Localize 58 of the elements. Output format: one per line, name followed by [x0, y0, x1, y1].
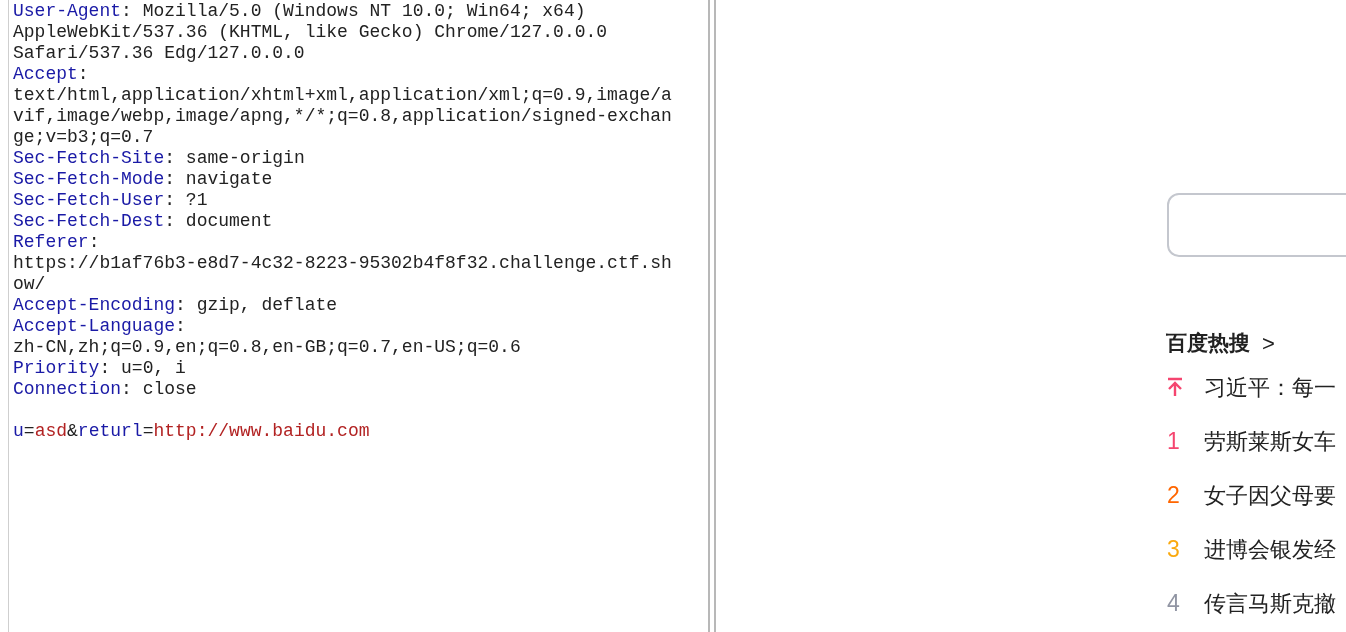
header-value: Safari/537.36 Edg/127.0.0.0: [13, 43, 305, 63]
header-name: Sec-Fetch-User: [13, 190, 165, 210]
colon: :: [164, 148, 176, 168]
rank-number: 1: [1166, 426, 1180, 456]
colon: :: [175, 295, 186, 315]
colon: :: [99, 358, 111, 378]
section-title[interactable]: 百度热搜: [1166, 327, 1250, 359]
colon: :: [88, 232, 100, 252]
hot-search-link[interactable]: 习近平：每一: [1204, 370, 1336, 404]
header-value: ge;v=b3;q=0.7: [13, 127, 154, 147]
hot-search-link[interactable]: 女子因父母要: [1204, 478, 1336, 512]
header-value: AppleWebKit/537.36 (KHTML, like Gecko) Chrome/127.0.0.0: [13, 22, 608, 42]
header-value: ow/: [13, 274, 46, 294]
param-name: returl: [77, 421, 143, 441]
colon: :: [164, 211, 176, 231]
pin-top-icon: [1166, 377, 1184, 397]
header-value: close: [142, 379, 197, 399]
colon: :: [164, 190, 176, 210]
search-field[interactable]: [1167, 193, 1346, 257]
rank-number: 2: [1166, 480, 1180, 510]
header-value: ?1: [185, 190, 208, 210]
header-name: Connection: [13, 379, 122, 399]
header-name: Accept: [13, 64, 78, 84]
header-name: Sec-Fetch-Mode: [13, 169, 165, 189]
header-name: Accept-Language: [13, 316, 176, 336]
header-name: Sec-Fetch-Site: [13, 148, 165, 168]
colon: :: [175, 316, 186, 336]
param-operator: =: [23, 421, 35, 441]
colon: :: [121, 1, 132, 21]
header-value: https://b1af76b3-e8d7-4c32-8223-95302b4f8f32.challenge.ctf.sh: [13, 253, 672, 273]
rank-number: 4: [1166, 588, 1180, 618]
param-operator: =: [142, 421, 154, 441]
header-value: zh-CN,zh;q=0.9,en;q=0.8,en-GB;q=0.7,en-US;q=0.6: [13, 337, 521, 357]
header-name: Sec-Fetch-Dest: [13, 211, 165, 231]
header-name: User-Agent: [13, 1, 122, 21]
hot-search-link[interactable]: 进博会银发经: [1204, 532, 1336, 566]
hot-search-link[interactable]: 传言马斯克撤: [1204, 586, 1336, 620]
colon: :: [121, 379, 132, 399]
header-value: same-origin: [185, 148, 305, 168]
header-value: navigate: [185, 169, 273, 189]
colon: :: [77, 64, 89, 84]
header-name: Accept-Encoding: [13, 295, 176, 315]
header-value: vif,image/webp,image/apng,*/*;q=0.8,application/signed-exchan: [13, 106, 672, 126]
header-value: text/html,application/xhtml+xml,application/xml;q=0.9,image/a: [13, 85, 672, 105]
param-value: asd: [34, 421, 68, 441]
rank-number: 3: [1166, 534, 1180, 564]
header-value: document: [185, 211, 273, 231]
param-operator: &: [67, 421, 78, 441]
chevron[interactable]: >: [1262, 326, 1275, 360]
header-name: Referer: [13, 232, 89, 252]
header-name: Priority: [13, 358, 100, 378]
header-value: Mozilla/5.0 (Windows NT 10.0; Win64; x64): [142, 1, 586, 21]
param-name: u: [13, 421, 24, 441]
header-value: gzip, deflate: [196, 295, 338, 315]
hot-search-link[interactable]: 劳斯莱斯女车: [1204, 424, 1336, 458]
colon: :: [164, 169, 176, 189]
header-value: u=0, i: [121, 358, 186, 378]
param-value: http://www.baidu.com: [153, 421, 370, 441]
